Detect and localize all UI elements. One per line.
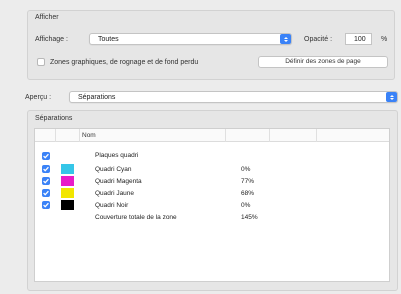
- affichage-select-value: Toutes: [98, 35, 119, 43]
- jaune-checkbox[interactable]: [42, 189, 50, 197]
- select-arrows-icon: [386, 92, 397, 102]
- row-value: 0%: [241, 165, 251, 173]
- row-name: Quadri Magenta: [95, 177, 142, 185]
- jaune-swatch: [61, 188, 74, 198]
- row-name: Couverture totale de la zone: [95, 214, 177, 221]
- row-value: 77%: [241, 177, 255, 185]
- separations-table: Nom Plaques quadri Quadri Cyan 0% Quadri…: [34, 128, 390, 282]
- table-header: Nom: [35, 129, 389, 142]
- column-header-nom: Nom: [82, 132, 96, 139]
- apercu-select[interactable]: Séparations: [69, 91, 398, 103]
- plaques-quadri-checkbox[interactable]: [42, 152, 50, 160]
- opacite-input-value: 100: [354, 35, 366, 43]
- table-row: Couverture totale de la zone 145%: [35, 213, 389, 224]
- row-name: Plaques quadri: [95, 152, 139, 159]
- affichage-select[interactable]: Toutes: [89, 33, 292, 45]
- apercu-select-value: Séparations: [78, 93, 116, 101]
- opacite-label: Opacité :: [304, 36, 333, 43]
- definir-zones-button[interactable]: Définir des zones de page: [258, 56, 388, 68]
- separations-section-title: Séparations: [35, 115, 73, 122]
- table-row[interactable]: Quadri Noir 0%: [35, 200, 389, 211]
- table-row[interactable]: Quadri Magenta 77%: [35, 176, 389, 187]
- zones-checkbox-label: Zones graphiques, de rognage et de fond …: [50, 59, 199, 66]
- row-value: 145%: [241, 214, 258, 221]
- afficher-section-title: Afficher: [35, 14, 59, 21]
- cyan-swatch: [61, 164, 74, 174]
- row-name: Quadri Jaune: [95, 189, 135, 197]
- apercu-label: Aperçu :: [25, 94, 52, 101]
- noir-checkbox[interactable]: [42, 201, 50, 209]
- row-name: Quadri Noir: [95, 201, 129, 209]
- table-row[interactable]: Quadri Jaune 68%: [35, 188, 389, 199]
- table-row[interactable]: Quadri Cyan 0%: [35, 164, 389, 175]
- noir-swatch: [61, 200, 74, 210]
- magenta-checkbox[interactable]: [42, 177, 50, 185]
- opacite-input[interactable]: 100: [345, 33, 372, 45]
- zones-checkbox[interactable]: [37, 58, 45, 66]
- afficher-group: [27, 10, 395, 80]
- affichage-label: Affichage :: [35, 36, 68, 43]
- select-arrows-icon: [280, 34, 291, 44]
- table-row[interactable]: Plaques quadri: [35, 151, 389, 162]
- opacite-unit: %: [381, 36, 388, 43]
- row-value: 0%: [241, 201, 251, 209]
- row-name: Quadri Cyan: [95, 165, 132, 173]
- row-value: 68%: [241, 189, 255, 197]
- magenta-swatch: [61, 176, 74, 186]
- cyan-checkbox[interactable]: [42, 165, 50, 173]
